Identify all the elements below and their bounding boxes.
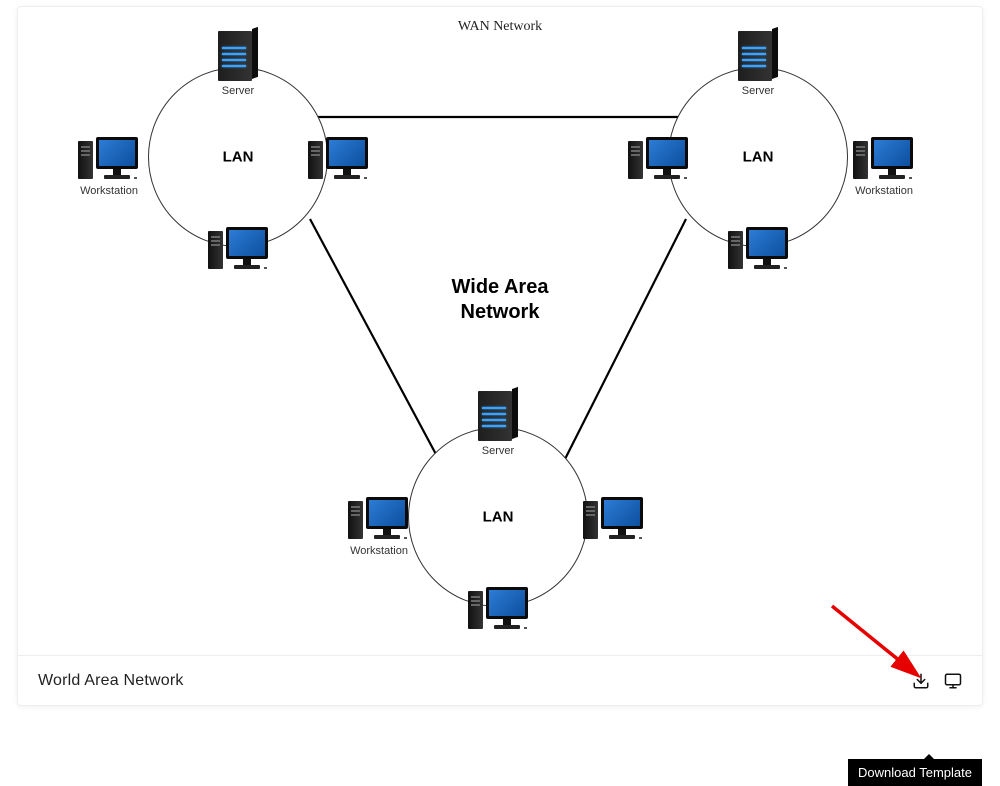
workstation-icon — [853, 137, 915, 183]
workstation-icon — [728, 227, 790, 273]
workstation-label: Workstation — [348, 545, 410, 557]
download-tooltip: Download Template — [848, 759, 982, 786]
center-label-line1: Wide Area — [452, 275, 549, 300]
wan-title: WAN Network — [458, 19, 542, 35]
workstation-icon — [628, 137, 690, 183]
footer-title: World Area Network — [38, 672, 184, 690]
server-label: Server — [738, 85, 778, 97]
server-label: Server — [478, 445, 518, 457]
download-icon — [912, 672, 930, 690]
center-label: Wide Area Network — [452, 275, 549, 325]
workstation-node-right: Workstation — [853, 137, 915, 197]
workstation-node-left — [628, 137, 690, 183]
lan-label: LAN — [743, 149, 774, 166]
workstation-icon — [468, 587, 530, 633]
preview-button[interactable] — [944, 672, 962, 690]
workstation-node-bottom — [728, 227, 790, 273]
server-node: Server — [218, 29, 258, 97]
download-button[interactable] — [912, 672, 930, 690]
workstation-node-right — [583, 497, 645, 543]
network-diagram: WAN Network Wide Area Network LAN Server… — [18, 7, 982, 657]
server-icon — [738, 29, 778, 83]
diagram-card: WAN Network Wide Area Network LAN Server… — [17, 6, 983, 706]
server-label: Server — [218, 85, 258, 97]
server-icon — [478, 389, 518, 443]
lan-cluster-bottom: LAN Server Workstation — [388, 407, 608, 627]
lan-label: LAN — [223, 149, 254, 166]
monitor-icon — [944, 672, 962, 690]
workstation-node-left: Workstation — [78, 137, 140, 197]
workstation-icon — [348, 497, 410, 543]
workstation-icon — [208, 227, 270, 273]
server-icon — [218, 29, 258, 83]
card-footer: World Area Network — [18, 655, 982, 705]
workstation-icon — [583, 497, 645, 543]
workstation-icon — [78, 137, 140, 183]
workstation-label: Workstation — [78, 185, 140, 197]
server-node: Server — [478, 389, 518, 457]
footer-actions — [912, 672, 962, 690]
workstation-label: Workstation — [853, 185, 915, 197]
workstation-node-left: Workstation — [348, 497, 410, 557]
lan-cluster-top-left: LAN Server Workstation — [128, 47, 348, 267]
lan-label: LAN — [483, 509, 514, 526]
workstation-node-bottom — [468, 587, 530, 633]
workstation-node-bottom — [208, 227, 270, 273]
lan-cluster-top-right: LAN Server Workstation — [648, 47, 868, 267]
center-label-line2: Network — [452, 300, 549, 325]
workstation-icon — [308, 137, 370, 183]
server-node: Server — [738, 29, 778, 97]
workstation-node-right — [308, 137, 370, 183]
